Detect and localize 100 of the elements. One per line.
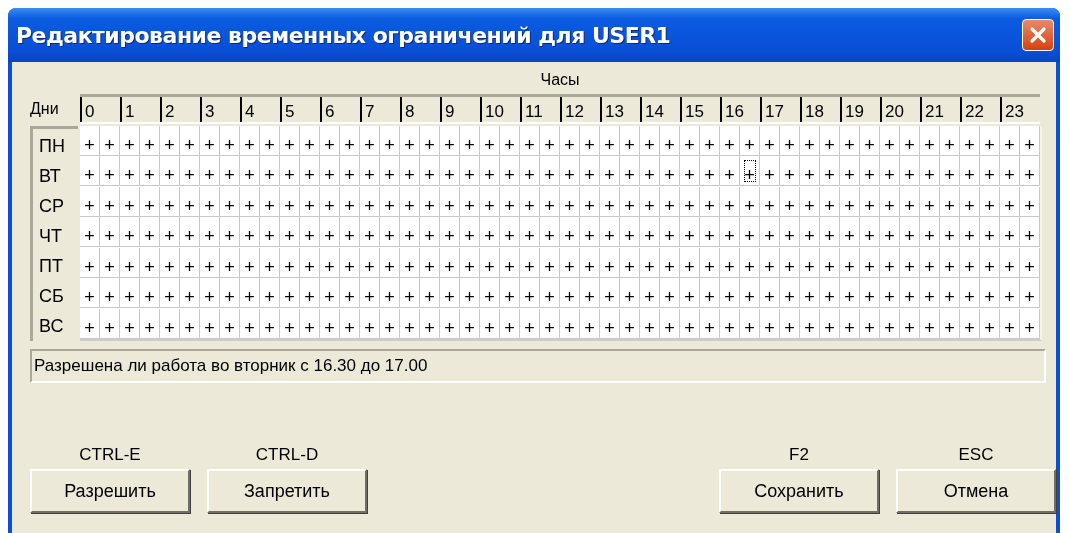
grid-cell[interactable]: + bbox=[780, 186, 800, 217]
grid-cell[interactable]: + bbox=[180, 126, 200, 156]
grid-cell[interactable]: + bbox=[940, 308, 960, 339]
grid-cell[interactable]: + bbox=[180, 278, 200, 309]
grid-cell[interactable]: + bbox=[540, 186, 560, 217]
grid-cell[interactable]: + bbox=[200, 126, 220, 156]
grid-cell[interactable]: + bbox=[440, 217, 460, 248]
grid-cell[interactable]: + bbox=[720, 156, 740, 187]
grid-cell[interactable]: + bbox=[300, 308, 320, 339]
grid-cell[interactable]: + bbox=[80, 156, 100, 187]
grid-cell[interactable]: + bbox=[580, 247, 600, 278]
grid-cell[interactable]: + bbox=[300, 247, 320, 278]
grid-cell[interactable]: + bbox=[140, 186, 160, 217]
grid-cell[interactable]: + bbox=[760, 186, 780, 217]
grid-cell[interactable]: + bbox=[160, 217, 180, 248]
grid-cell[interactable]: + bbox=[820, 186, 840, 217]
grid-cell[interactable]: + bbox=[700, 308, 720, 339]
grid-cell[interactable]: + bbox=[780, 278, 800, 309]
grid-cell[interactable]: + bbox=[960, 308, 980, 339]
grid-cell[interactable]: + bbox=[740, 126, 760, 156]
grid-cell[interactable]: + bbox=[940, 186, 960, 217]
grid-cell[interactable]: + bbox=[420, 247, 440, 278]
grid-cell[interactable]: + bbox=[640, 308, 660, 339]
grid-cell[interactable]: + bbox=[1000, 247, 1020, 278]
grid-cell[interactable]: + bbox=[440, 247, 460, 278]
grid-cell[interactable]: + bbox=[240, 278, 260, 309]
grid-cell[interactable]: + bbox=[120, 186, 140, 217]
grid-cell[interactable]: + bbox=[340, 217, 360, 248]
grid-cell[interactable]: + bbox=[520, 278, 540, 309]
grid-cell[interactable]: + bbox=[400, 126, 420, 156]
grid-cell[interactable]: + bbox=[400, 217, 420, 248]
grid-cell[interactable]: + bbox=[120, 247, 140, 278]
grid-cell[interactable]: + bbox=[120, 308, 140, 339]
grid-cell[interactable]: + bbox=[620, 278, 640, 309]
grid-cell[interactable]: + bbox=[100, 247, 120, 278]
grid-cell[interactable]: + bbox=[700, 217, 720, 248]
grid-cell[interactable]: + bbox=[280, 308, 300, 339]
grid-cell[interactable]: + bbox=[320, 156, 340, 187]
grid-cell[interactable]: + bbox=[940, 126, 960, 156]
grid-cell[interactable]: + bbox=[740, 186, 760, 217]
grid-cell[interactable]: + bbox=[960, 247, 980, 278]
grid-cell[interactable]: + bbox=[360, 126, 380, 156]
grid-cell[interactable]: + bbox=[1020, 247, 1040, 278]
grid-cell[interactable]: + bbox=[80, 278, 100, 309]
grid-cell[interactable]: + bbox=[980, 308, 1000, 339]
grid-cell[interactable]: + bbox=[520, 126, 540, 156]
grid-cell[interactable]: + bbox=[800, 278, 820, 309]
grid-cell[interactable]: + bbox=[640, 126, 660, 156]
grid-cell[interactable]: + bbox=[220, 247, 240, 278]
grid-cell[interactable]: + bbox=[160, 278, 180, 309]
grid-cell[interactable]: + bbox=[380, 278, 400, 309]
grid-cell[interactable]: + bbox=[500, 247, 520, 278]
grid-cell[interactable]: + bbox=[840, 217, 860, 248]
grid-cell[interactable]: + bbox=[240, 308, 260, 339]
grid-cell[interactable]: + bbox=[660, 217, 680, 248]
grid-cell[interactable]: + bbox=[640, 278, 660, 309]
grid-cell[interactable]: + bbox=[880, 278, 900, 309]
grid-cell[interactable]: + bbox=[260, 156, 280, 187]
grid-cell[interactable]: + bbox=[500, 186, 520, 217]
grid-cell[interactable]: + bbox=[660, 308, 680, 339]
grid-cell[interactable]: + bbox=[420, 217, 440, 248]
grid-cell[interactable]: + bbox=[960, 186, 980, 217]
grid-cell[interactable]: + bbox=[720, 247, 740, 278]
grid-cell[interactable]: + bbox=[520, 308, 540, 339]
grid-cell[interactable]: + bbox=[640, 186, 660, 217]
grid-cell[interactable]: + bbox=[500, 308, 520, 339]
grid-cell[interactable]: + bbox=[240, 217, 260, 248]
grid-cell[interactable]: + bbox=[560, 278, 580, 309]
grid-cell[interactable]: + bbox=[660, 126, 680, 156]
grid-cell[interactable]: + bbox=[940, 247, 960, 278]
grid-cell[interactable]: + bbox=[920, 308, 940, 339]
grid-cell[interactable]: + bbox=[600, 186, 620, 217]
grid-cell[interactable]: + bbox=[580, 186, 600, 217]
grid-cell[interactable]: + bbox=[800, 308, 820, 339]
grid-cell[interactable]: + bbox=[1000, 156, 1020, 187]
grid-cell[interactable]: + bbox=[380, 308, 400, 339]
grid-cell[interactable]: + bbox=[640, 247, 660, 278]
grid-cell[interactable]: + bbox=[740, 247, 760, 278]
grid-cell[interactable]: + bbox=[840, 247, 860, 278]
grid-cell[interactable]: + bbox=[240, 247, 260, 278]
grid-cell[interactable]: + bbox=[140, 126, 160, 156]
grid-cell[interactable]: + bbox=[540, 278, 560, 309]
grid-cell[interactable]: + bbox=[400, 156, 420, 187]
grid-cell[interactable]: + bbox=[640, 217, 660, 248]
grid-cell[interactable]: + bbox=[1000, 217, 1020, 248]
grid-cell[interactable]: + bbox=[760, 308, 780, 339]
grid-cell[interactable]: + bbox=[920, 156, 940, 187]
grid-cell[interactable]: + bbox=[680, 247, 700, 278]
grid-cell[interactable]: + bbox=[780, 308, 800, 339]
grid-cell[interactable]: + bbox=[200, 247, 220, 278]
grid-cell[interactable]: + bbox=[560, 156, 580, 187]
grid-cell[interactable]: + bbox=[440, 278, 460, 309]
grid-cell[interactable]: + bbox=[740, 308, 760, 339]
grid-cell[interactable]: + bbox=[920, 278, 940, 309]
grid-cell[interactable]: + bbox=[660, 247, 680, 278]
grid-cell[interactable]: + bbox=[420, 126, 440, 156]
grid-cell[interactable]: + bbox=[160, 247, 180, 278]
grid-cell[interactable]: + bbox=[740, 217, 760, 248]
grid-cell[interactable]: + bbox=[360, 308, 380, 339]
grid-cell[interactable]: + bbox=[580, 126, 600, 156]
